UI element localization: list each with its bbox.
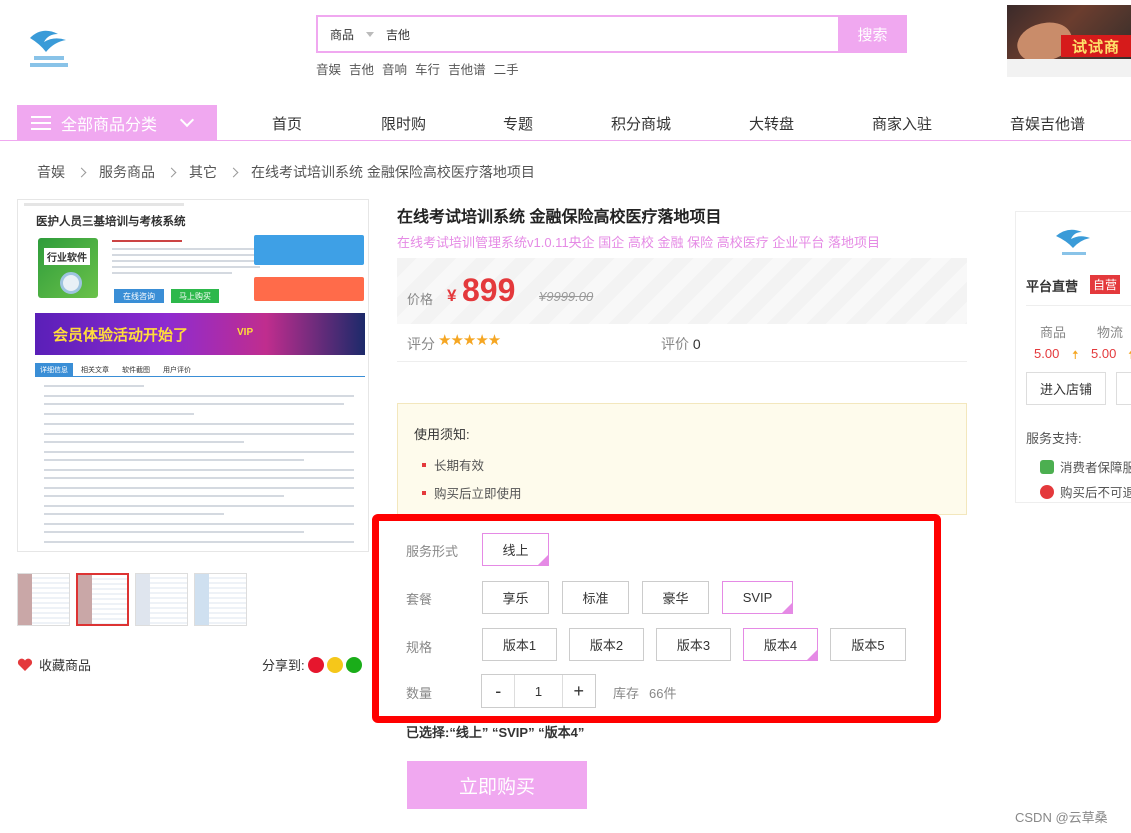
store-name: 平台直营 bbox=[1026, 279, 1079, 294]
mock-title: 医护人员三基培训与考核系统 bbox=[36, 216, 186, 228]
weibo-icon[interactable] bbox=[307, 656, 324, 673]
usage-notice: 使用须知: 长期有效 购买后立即使用 bbox=[397, 403, 967, 515]
share-bar: 分享到: bbox=[262, 655, 362, 674]
highlight-frame bbox=[372, 514, 941, 723]
thumbnail[interactable] bbox=[17, 573, 70, 626]
nav-item-points-mall[interactable]: 积分商城 bbox=[611, 113, 671, 134]
hot-word[interactable]: 吉他 bbox=[349, 59, 374, 78]
nav-item-lucky-wheel[interactable]: 大转盘 bbox=[749, 113, 794, 134]
chevron-right-icon bbox=[166, 167, 177, 177]
watermark: CSDN @云草桑 bbox=[1015, 810, 1108, 825]
thumbnail-active[interactable] bbox=[76, 573, 129, 626]
hot-word[interactable]: 吉他谱 bbox=[448, 59, 486, 78]
shield-icon bbox=[1040, 459, 1054, 474]
enter-store-button[interactable]: 进入店铺 bbox=[1026, 372, 1106, 405]
membership-banner: 会员体验活动开始了 VIP bbox=[35, 313, 365, 355]
banner-ad[interactable]: 试试商 bbox=[1007, 5, 1131, 77]
notice-item: 购买后立即使用 bbox=[422, 483, 522, 502]
service-item: 购买后不可退 bbox=[1040, 482, 1131, 501]
chevron-right-icon bbox=[228, 167, 239, 177]
search-button[interactable]: 搜索 bbox=[838, 15, 907, 53]
thumbnail[interactable] bbox=[135, 573, 188, 626]
hot-word[interactable]: 车行 bbox=[415, 59, 440, 78]
no-return-icon bbox=[1040, 484, 1054, 499]
service-support-label: 服务支持: bbox=[1026, 431, 1082, 446]
hot-word[interactable]: 音娱 bbox=[316, 59, 341, 78]
nav-item-topics[interactable]: 专题 bbox=[503, 113, 533, 134]
breadcrumb-item[interactable]: 音娱 bbox=[37, 162, 65, 182]
nav-divider bbox=[0, 140, 1131, 141]
nav-item-merchant-join[interactable]: 商家入驻 bbox=[872, 113, 932, 134]
score-value-goods: 5.00 bbox=[1034, 346, 1060, 361]
score-value-logistics: 5.00 bbox=[1091, 346, 1117, 361]
heart-icon bbox=[17, 658, 33, 671]
score-label-logistics: 物流 bbox=[1097, 325, 1124, 340]
price-box: 价格 ¥ 899 ¥9999.00 bbox=[397, 258, 967, 324]
software-box-image: 行业软件 bbox=[38, 238, 98, 298]
price-value: 899 bbox=[462, 272, 516, 308]
hot-word[interactable]: 音响 bbox=[382, 59, 407, 78]
notice-title: 使用须知: bbox=[414, 427, 470, 442]
hot-word[interactable]: 二手 bbox=[494, 59, 519, 78]
qzone-icon[interactable] bbox=[326, 656, 343, 673]
store-panel: 平台直营 自营 商品 物流 5.00 🠅 5.00 🠅 进入店铺 服务支持: 消… bbox=[1015, 211, 1131, 503]
thumbnail[interactable] bbox=[194, 573, 247, 626]
thumbnail-strip bbox=[17, 573, 247, 626]
menu-icon bbox=[31, 115, 51, 130]
score-label-goods: 商品 bbox=[1040, 325, 1067, 340]
breadcrumb-item[interactable]: 其它 bbox=[189, 162, 217, 182]
chevron-down-icon bbox=[179, 112, 195, 127]
price-label: 价格 bbox=[407, 292, 434, 307]
nav-item-guitar-tabs[interactable]: 音娱吉他谱 bbox=[1010, 113, 1085, 134]
wechat-icon[interactable] bbox=[345, 656, 362, 673]
product-main-image[interactable]: 医护人员三基培训与考核系统 行业软件 在线咨询 马上购买 会员体验活动开始了 V… bbox=[17, 199, 369, 552]
review-label: 评价 0 bbox=[661, 336, 701, 352]
product-title: 在线考试培训系统 金融保险高校医疗落地项目 bbox=[397, 209, 722, 226]
breadcrumb-current: 在线考试培训系统 金融保险高校医疗落地项目 bbox=[251, 164, 535, 180]
search-input[interactable] bbox=[386, 27, 806, 41]
all-categories-menu[interactable]: 全部商品分类 bbox=[17, 105, 217, 140]
up-arrow-icon: 🠅 bbox=[1072, 348, 1079, 362]
original-price: ¥9999.00 bbox=[539, 289, 594, 304]
site-logo[interactable] bbox=[24, 22, 74, 72]
search-category-select[interactable]: 商品 bbox=[318, 26, 380, 43]
store-logo[interactable] bbox=[1028, 212, 1118, 267]
ad-text: 试试商 bbox=[1061, 35, 1131, 57]
chevron-right-icon bbox=[76, 167, 87, 177]
search-bar: 商品 bbox=[316, 15, 838, 53]
selected-summary: 已选择:“线上” “SVIP” “版本4” bbox=[406, 725, 585, 740]
breadcrumb-item[interactable]: 服务商品 bbox=[99, 162, 155, 182]
buy-now-button[interactable]: 立即购买 bbox=[407, 761, 587, 809]
hot-search-words: 音娱 吉他 音响 车行 吉他谱 二手 bbox=[316, 59, 519, 78]
review-count: 0 bbox=[692, 336, 701, 352]
nav-item-flash-sale[interactable]: 限时购 bbox=[381, 113, 426, 134]
follow-store-button[interactable] bbox=[1116, 372, 1131, 405]
favorite-button[interactable]: 收藏商品 bbox=[17, 655, 91, 674]
breadcrumb: 音娱 服务商品 其它 在线考试培训系统 金融保险高校医疗落地项目 bbox=[37, 162, 535, 182]
rating-row: 评分 ★★★★★ 评价 0 bbox=[397, 324, 967, 362]
star-rating-icon: ★★★★★ bbox=[438, 332, 501, 349]
currency-symbol: ¥ bbox=[447, 286, 457, 305]
nav-item-home[interactable]: 首页 bbox=[272, 113, 302, 134]
product-subtitle: 在线考试培训管理系统v1.0.11央企 国企 高校 金融 保险 高校医疗 企业平… bbox=[397, 235, 880, 250]
notice-item: 长期有效 bbox=[422, 455, 484, 474]
service-item: 消费者保障服 bbox=[1040, 457, 1131, 476]
mock-tabs: 详细信息 相关文章 软件截图 用户评价 bbox=[35, 363, 365, 377]
rating-label: 评分 bbox=[407, 336, 435, 352]
self-operated-badge: 自营 bbox=[1090, 275, 1121, 294]
dropdown-arrow-icon bbox=[366, 31, 375, 37]
